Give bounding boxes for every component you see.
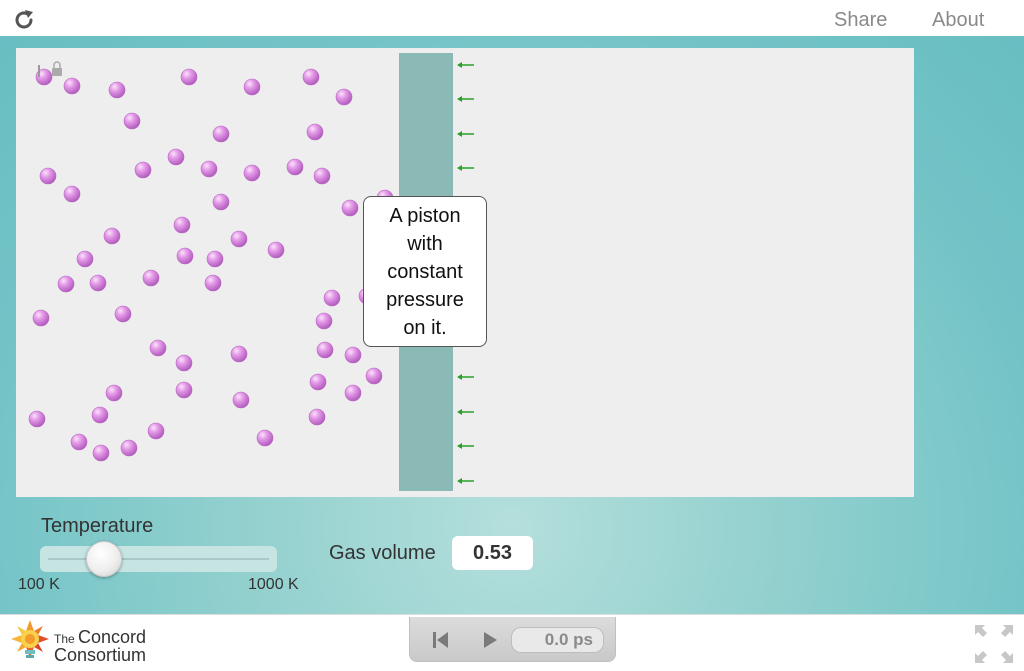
temperature-max-label: 1000 K xyxy=(248,576,299,593)
pressure-arrow xyxy=(457,62,474,68)
gas-atom xyxy=(323,289,341,307)
callout-line: with xyxy=(407,233,443,255)
gas-atom xyxy=(230,230,248,248)
gas-atom xyxy=(149,339,167,357)
slider-line xyxy=(48,558,269,560)
temperature-min-label: 100 K xyxy=(18,576,60,593)
callout-line: A piston xyxy=(389,205,461,227)
pressure-arrow xyxy=(457,409,474,415)
temperature-label: Temperature xyxy=(41,515,154,537)
fullscreen-button[interactable] xyxy=(973,623,1015,665)
logo-consortium: Consortium xyxy=(54,645,147,665)
gas-atom xyxy=(92,444,110,462)
play-button[interactable] xyxy=(476,627,504,653)
gas-atom xyxy=(114,305,132,323)
gas-atom xyxy=(76,250,94,268)
piston-callout: A piston with constant pressure on it. xyxy=(363,196,487,347)
pressure-arrow xyxy=(457,374,474,380)
gas-atom xyxy=(134,161,152,179)
gas-atom xyxy=(28,410,46,428)
gas-atom xyxy=(243,164,261,182)
reset-button[interactable] xyxy=(426,627,454,653)
stage: A piston with constant pressure on it. T… xyxy=(0,36,1024,614)
gas-atom xyxy=(103,227,121,245)
gas-atom xyxy=(302,68,320,86)
callout-line: on it. xyxy=(403,317,447,339)
slider-thumb[interactable] xyxy=(86,541,123,577)
pressure-arrow xyxy=(457,96,474,102)
top-bar: Share About xyxy=(0,0,1024,37)
gas-atom xyxy=(335,88,353,106)
logo-the: The xyxy=(54,632,75,646)
gas-atom xyxy=(57,275,75,293)
gas-atom xyxy=(230,345,248,363)
gas-atom xyxy=(39,167,57,185)
gas-atom xyxy=(212,125,230,143)
gas-volume-label: Gas volume xyxy=(329,542,436,564)
playback-controls: 0.0 ps xyxy=(409,617,616,662)
pressure-arrow xyxy=(457,478,474,484)
gas-atom xyxy=(108,81,126,99)
lightbulb-icon xyxy=(11,620,49,658)
time-display: 0.0 ps xyxy=(511,627,604,653)
gas-atom xyxy=(175,381,193,399)
gas-atom xyxy=(341,199,359,217)
gas-atom xyxy=(308,408,326,426)
pressure-arrow xyxy=(457,443,474,449)
gas-atom xyxy=(286,158,304,176)
gas-atom xyxy=(315,312,333,330)
skip-back-icon xyxy=(433,632,448,648)
gas-atom xyxy=(63,185,81,203)
share-link[interactable]: Share xyxy=(834,9,887,32)
gas-atom xyxy=(176,247,194,265)
fullscreen-icon xyxy=(975,625,1013,663)
about-link[interactable]: About xyxy=(932,9,984,32)
gas-atom xyxy=(91,406,109,424)
callout-line: constant xyxy=(387,261,463,283)
temperature-slider[interactable] xyxy=(40,541,277,577)
gas-atom xyxy=(123,112,141,130)
gas-atom xyxy=(206,250,224,268)
gas-atom xyxy=(344,346,362,364)
simulation-view[interactable]: A piston with constant pressure on it. xyxy=(16,48,914,497)
gas-volume-value: 0.53 xyxy=(452,536,533,570)
concord-consortium-logo[interactable]: The Concord Consortium xyxy=(10,619,170,669)
gas-atom xyxy=(32,309,50,327)
gas-atom xyxy=(309,373,327,391)
gas-atom xyxy=(147,422,165,440)
gas-atom xyxy=(173,216,191,234)
play-icon xyxy=(484,632,497,648)
gas-atom xyxy=(313,167,331,185)
gas-atom xyxy=(316,341,334,359)
gas-atom xyxy=(200,160,218,178)
pressure-arrow xyxy=(457,131,474,137)
pressure-arrow xyxy=(457,165,474,171)
gas-atom xyxy=(204,274,222,292)
gas-atom xyxy=(344,384,362,402)
gas-atom xyxy=(63,77,81,95)
gas-atom xyxy=(180,68,198,86)
gas-atom xyxy=(256,429,274,447)
gas-atom xyxy=(89,274,107,292)
gas-atom xyxy=(142,269,160,287)
gas-atom xyxy=(306,123,324,141)
gas-atom xyxy=(267,241,285,259)
gas-atom xyxy=(365,367,383,385)
bottom-bar: The Concord Consortium 0.0 ps xyxy=(0,614,1024,671)
gas-atom xyxy=(175,354,193,372)
gas-atom xyxy=(243,78,261,96)
gas-atom xyxy=(167,148,185,166)
gas-atom xyxy=(70,433,88,451)
gas-atom xyxy=(232,391,250,409)
gas-atom xyxy=(105,384,123,402)
reload-icon[interactable] xyxy=(12,8,36,32)
gas-atom xyxy=(212,193,230,211)
callout-line: pressure xyxy=(386,289,464,311)
gas-atom xyxy=(120,439,138,457)
